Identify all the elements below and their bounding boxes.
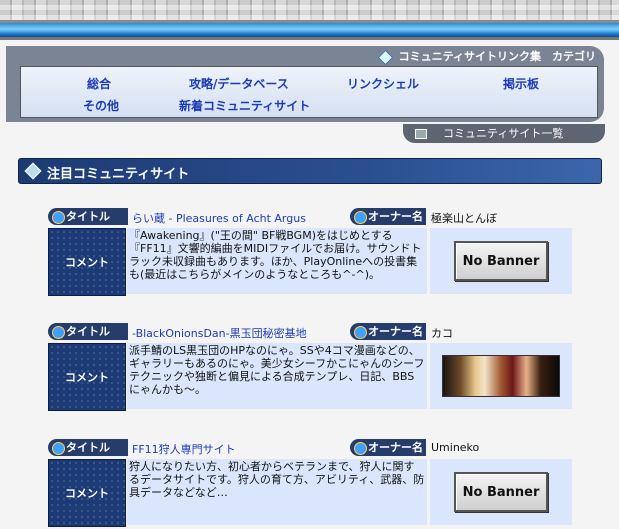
- globe-icon: [52, 326, 65, 339]
- title-label: タイトル: [48, 323, 128, 340]
- list-icon: [415, 129, 427, 139]
- site-title-link[interactable]: らい蔵 - Pleasures of Acht Argus: [132, 210, 306, 226]
- category-link-linkshell[interactable]: リンクシェル: [347, 75, 419, 92]
- category-link-bbs[interactable]: 掲示板: [503, 75, 539, 92]
- site-description: 派手鯖のLS黒玉団のHPなのにゃ。SSや4コマ漫画などの、ギャラリーもあるのにゃ…: [127, 343, 427, 409]
- community-site-list-button[interactable]: コミュニティサイト一覧: [403, 124, 605, 143]
- globe-icon: [354, 326, 367, 339]
- globe-icon: [52, 442, 65, 455]
- banner-area: [430, 343, 572, 409]
- featured-section: 注目コミュニティサイト タイトル らい蔵 - Pleasures of Acht…: [18, 158, 619, 527]
- site-title-link[interactable]: -BlackOnionsDan-黒玉団秘密基地: [132, 325, 307, 341]
- category-link-new-sites[interactable]: 新着コミュニティサイト: [179, 97, 310, 114]
- owner-name: カコ: [431, 327, 453, 340]
- site-entry: タイトル FF11狩人専門サイト オーナー名 Umineko コメント 狩人にな…: [48, 439, 593, 529]
- globe-icon: [52, 211, 65, 224]
- comment-label: コメント: [48, 228, 126, 296]
- owner-name: 極楽山とんぼ: [431, 212, 497, 225]
- section-header: 注目コミュニティサイト: [18, 158, 602, 184]
- category-link-general[interactable]: 総合: [87, 75, 111, 92]
- no-banner-button[interactable]: No Banner: [454, 472, 548, 512]
- category-link-strategy-database[interactable]: 攻略/データベース: [189, 75, 289, 92]
- title-label: タイトル: [48, 439, 128, 456]
- owner-label: オーナー名: [350, 323, 426, 340]
- owner-label: オーナー名: [350, 439, 426, 456]
- diamond-icon: [24, 162, 42, 180]
- category-panel: コミュニティサイトリンク集 カテゴリ 総合 攻略/データベース リンクシェル 掲…: [6, 46, 604, 122]
- banner-area: No Banner: [430, 459, 572, 525]
- site-description: 『Awakening』("王の間" BF戦BGM)をはじめとする『FF11』文響…: [127, 228, 427, 294]
- site-banner-image[interactable]: [442, 355, 560, 397]
- globe-icon: [354, 442, 367, 455]
- owner-name: Umineko: [431, 441, 480, 454]
- site-entry: タイトル らい蔵 - Pleasures of Acht Argus オーナー名…: [48, 208, 593, 298]
- site-title-link[interactable]: FF11狩人専門サイト: [132, 441, 236, 457]
- comment-label: コメント: [48, 343, 126, 411]
- banner-area: No Banner: [430, 228, 572, 294]
- comment-label: コメント: [48, 459, 126, 527]
- header-blue-bar: [0, 20, 619, 40]
- no-banner-button[interactable]: No Banner: [454, 241, 548, 281]
- category-links-box: 総合 攻略/データベース リンクシェル 掲示板 その他 新着コミュニティサイト: [20, 66, 598, 118]
- globe-icon: [354, 211, 367, 224]
- title-label: タイトル: [48, 208, 128, 225]
- top-decorative-strip: [0, 0, 619, 20]
- diamond-icon: [377, 49, 393, 65]
- site-entry: タイトル -BlackOnionsDan-黒玉団秘密基地 オーナー名 カコ コメ…: [48, 323, 593, 413]
- category-link-other[interactable]: その他: [83, 97, 119, 114]
- site-description: 狩人になりたい方、初心者からベテランまで、狩人に関するデータサイトです。狩人の育…: [127, 459, 427, 525]
- category-panel-title: コミュニティサイトリンク集 カテゴリ: [377, 49, 596, 65]
- owner-label: オーナー名: [350, 208, 426, 225]
